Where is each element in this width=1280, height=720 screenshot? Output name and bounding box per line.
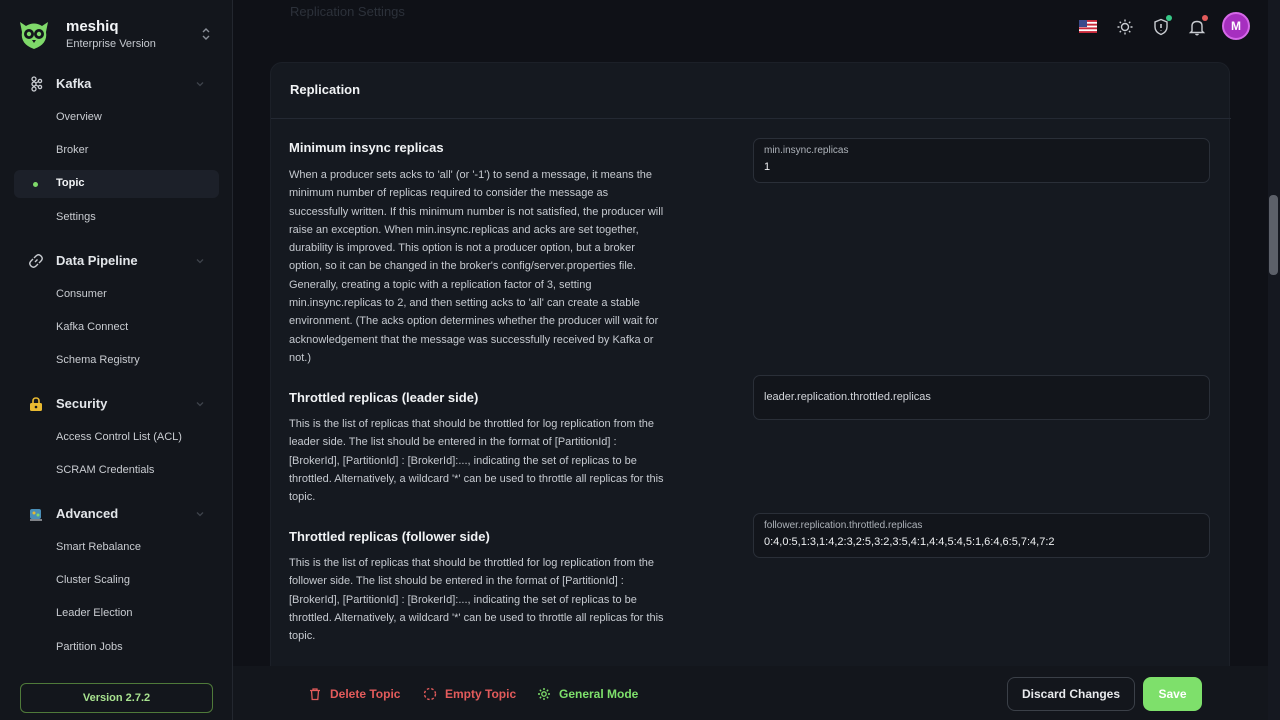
save-button[interactable]: Save [1143,677,1202,711]
sun-icon[interactable] [1116,18,1134,36]
sidebar-item-label: Access Control List (ACL) [56,431,182,443]
nav-group-label: Kafka [56,76,92,91]
sidebar-item-label: Cluster Scaling [56,574,130,586]
section-title-min-insync: Minimum insync replicas [289,140,444,155]
section-title-follower-throttled: Throttled replicas (follower side) [289,529,490,544]
sidebar-item-partition-jobs[interactable]: Partition Jobs [14,634,219,662]
sidebar-item-label: Schema Registry [56,354,140,366]
card-title: Replication [290,82,361,97]
trash-icon [310,688,320,701]
brand-name: meshiq [66,18,119,35]
follower-throttled-replicas-input[interactable] [764,536,1204,548]
sidebar-item-overview[interactable]: Overview [14,104,219,132]
field-label: min.insync.replicas [764,145,849,156]
min-insync-replicas-input[interactable] [764,161,1204,173]
discard-changes-button[interactable]: Discard Changes [1007,677,1135,711]
lock-icon [30,397,42,411]
app-root: meshiq Enterprise Version Kafka Overview… [0,0,1280,720]
sidebar-item-schema-registry[interactable]: Schema Registry [14,347,219,375]
sidebar-item-label: Leader Election [56,607,133,619]
sidebar-item-broker[interactable]: Broker [14,137,219,165]
sidebar-item-label: Settings [56,211,96,223]
nav-group-security[interactable]: Security [14,390,219,418]
us-flag-icon[interactable] [1079,20,1097,33]
min-insync-replicas-field[interactable]: min.insync.replicas [753,138,1210,183]
section-desc-follower-throttled: This is the list of replicas that should… [289,557,664,643]
sidebar-item-topic[interactable]: Topic [14,170,219,198]
sidebar-item-cluster-scaling[interactable]: Cluster Scaling [14,567,219,595]
brand-subtitle: Enterprise Version [66,38,156,50]
nav-group-advanced[interactable]: Advanced [14,500,219,528]
advanced-icon [30,509,42,521]
brand[interactable]: meshiq Enterprise Version [16,14,216,58]
owl-logo-icon [20,22,48,49]
sidebar-item-label: Kafka Connect [56,321,129,333]
gear-icon [538,688,550,700]
sidebar-item-label: Smart Rebalance [56,541,141,553]
sidebar-item-kafka-connect[interactable]: Kafka Connect [14,314,219,342]
chevron-down-icon [196,259,204,264]
scrollbar-thumb[interactable] [1269,195,1278,275]
chevron-down-icon [196,512,204,517]
field-label: follower.replication.throttled.replicas [764,520,923,531]
section-desc-leader-throttled: This is the list of replicas that should… [289,418,664,504]
sidebar-item-label: Broker [56,144,89,156]
follower-throttled-replicas-field[interactable]: follower.replication.throttled.replicas [753,513,1210,558]
section-desc-min-insync: When a producer sets acks to 'all' (or '… [289,169,664,364]
sidebar-item-label: Partition Jobs [56,641,123,653]
sidebar-item-settings[interactable]: Settings [14,204,219,232]
sidebar-item-scram-credentials[interactable]: SCRAM Credentials [14,457,219,485]
sidebar-item-leader-election[interactable]: Leader Election [14,600,219,628]
sidebar-item-smart-rebalance[interactable]: Smart Rebalance [14,534,219,562]
avatar[interactable]: M [1222,12,1250,40]
leader-throttled-replicas-field[interactable]: leader.replication.throttled.replicas [753,375,1210,420]
sidebar: meshiq Enterprise Version Kafka Overview… [0,0,233,720]
leader-throttled-replicas-placeholder[interactable]: leader.replication.throttled.replicas [764,391,931,403]
sidebar-item-label: Overview [56,111,102,123]
active-indicator [33,182,38,187]
sidebar-item-acl[interactable]: Access Control List (ACL) [14,424,219,452]
kafka-icon [31,76,43,92]
empty-circle-icon [423,687,437,701]
sidebar-item-label: Topic [56,177,85,189]
nav-group-label: Advanced [56,506,119,521]
section-title-leader-throttled: Throttled replicas (leader side) [289,390,479,405]
nav-group-kafka[interactable]: Kafka [14,70,219,98]
shield-status-dot [1166,15,1172,21]
chevron-down-icon [196,82,204,87]
version-badge: Version 2.7.2 [20,683,213,713]
delete-topic-label: Delete Topic [330,687,401,701]
general-mode-label: General Mode [559,687,639,701]
chevron-down-icon [196,402,204,407]
chevron-up-down-icon[interactable] [200,26,212,42]
faded-heading: Replication Settings [290,4,405,19]
nav-group-data-pipeline[interactable]: Data Pipeline [14,247,219,275]
nav-group-label: Security [56,396,108,411]
scrollbar-track[interactable] [1268,0,1280,720]
card-header: Replication [271,63,1231,119]
empty-topic-label: Empty Topic [445,687,517,701]
nav-group-label: Data Pipeline [56,253,138,268]
sidebar-item-label: SCRAM Credentials [56,464,155,476]
notification-dot [1202,15,1208,21]
link-icon [29,254,43,268]
sidebar-item-consumer[interactable]: Consumer [14,281,219,309]
sidebar-item-label: Consumer [56,288,107,300]
